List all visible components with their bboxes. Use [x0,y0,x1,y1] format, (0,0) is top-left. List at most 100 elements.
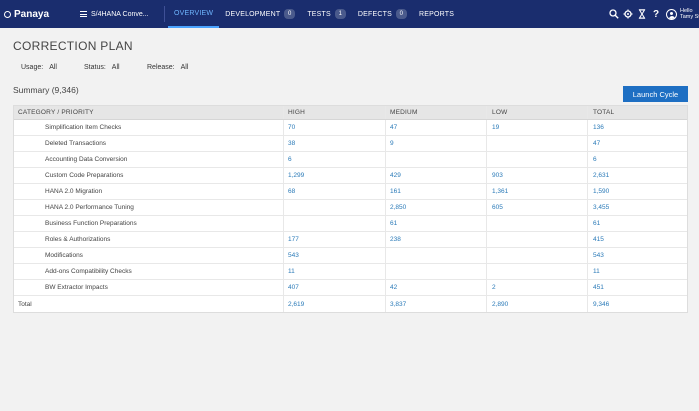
release-filter-value[interactable]: All [181,64,189,71]
tab-tests[interactable]: TESTS 1 [301,0,352,28]
high-count-link[interactable]: 38 [288,140,295,147]
medium-count-link[interactable]: 61 [390,220,397,227]
medium-count-link[interactable]: 47 [390,124,397,131]
release-filter[interactable]: Release: All [147,64,188,71]
correction-plan-table: CATEGORY / PRIORITY HIGH MEDIUM LOW TOTA… [13,105,688,313]
medium-cell: 61 [386,216,487,231]
usage-filter[interactable]: Usage: All [21,64,84,71]
low-count-link[interactable]: 605 [492,204,503,211]
search-icon[interactable] [607,0,621,28]
tab-tests-label: TESTS [307,10,331,18]
high-count-link[interactable]: 1,299 [288,172,304,179]
page-title: CORRECTION PLAN [13,39,133,53]
help-icon[interactable]: ? [649,0,663,28]
high-count-link[interactable]: 2,619 [288,301,304,308]
user-menu[interactable]: Hello Tamy St... [680,8,699,21]
high-count-link[interactable]: 177 [288,236,299,243]
toolbar-icons: ? Hello Tamy St... [607,0,699,28]
high-count-link[interactable]: 11 [288,268,295,275]
low-cell: 903 [487,168,588,183]
medium-cell [386,248,487,263]
header-medium[interactable]: MEDIUM [386,106,487,119]
table-row: Add-ons Compatibility Checks 11 11 [14,264,687,280]
panaya-logo[interactable]: Panaya [0,0,80,28]
table-row: HANA 2.0 Performance Tuning 2,850 605 3,455 [14,200,687,216]
high-count-link[interactable]: 543 [288,252,299,259]
total-count-link[interactable]: 6 [593,156,597,163]
nav-divider [164,6,165,22]
low-count-link[interactable]: 19 [492,124,499,131]
total-count-link[interactable]: 61 [593,220,600,227]
tab-development[interactable]: DEVELOPMENT 0 [219,0,301,28]
medium-count-link[interactable]: 429 [390,172,401,179]
total-count-link[interactable]: 3,455 [593,204,609,211]
table-row: BW Extractor Impacts 407 42 2 451 [14,280,687,296]
category-cell: HANA 2.0 Performance Tuning [14,200,284,215]
low-count-link[interactable]: 903 [492,172,503,179]
total-count-link[interactable]: 9,346 [593,301,609,308]
low-count-link[interactable]: 1,361 [492,188,508,195]
high-cell [284,200,386,215]
table-row: Custom Code Preparations 1,299 429 903 2,631 [14,168,687,184]
total-count-link[interactable]: 47 [593,140,600,147]
user-avatar-icon[interactable] [666,8,677,20]
low-count-link[interactable]: 2 [492,284,496,291]
low-cell [487,152,588,167]
high-count-link[interactable]: 407 [288,284,299,291]
low-cell: 605 [487,200,588,215]
release-filter-label: Release: [147,64,175,71]
header-category[interactable]: CATEGORY / PRIORITY [14,106,284,119]
header-low[interactable]: LOW [487,106,588,119]
logo-ring-icon [4,10,11,18]
medium-count-link[interactable]: 2,850 [390,204,406,211]
header-high[interactable]: HIGH [284,106,386,119]
project-selector[interactable]: S/4HANA Conve... [80,0,162,28]
total-count-link[interactable]: 1,590 [593,188,609,195]
tab-overview[interactable]: OVERVIEW [168,0,220,28]
total-count-link[interactable]: 136 [593,124,604,131]
medium-cell [386,152,487,167]
total-count-link[interactable]: 415 [593,236,604,243]
category-cell: Add-ons Compatibility Checks [14,264,284,279]
high-count-link[interactable]: 70 [288,124,295,131]
high-cell [284,216,386,231]
status-filter[interactable]: Status: All [84,64,147,71]
table-row: Business Function Preparations 61 61 [14,216,687,232]
medium-count-link[interactable]: 9 [390,140,394,147]
medium-count-link[interactable]: 161 [390,188,401,195]
project-name: S/4HANA Conve... [91,10,149,18]
high-cell: 11 [284,264,386,279]
header-total[interactable]: TOTAL [588,106,687,119]
total-count-link[interactable]: 543 [593,252,604,259]
tab-defects[interactable]: DEFECTS 0 [352,0,413,28]
tab-reports[interactable]: REPORTS [413,0,460,28]
table-body: Simplification Item Checks 70 47 19 136 Delet… [14,120,687,312]
medium-count-link[interactable]: 238 [390,236,401,243]
medium-cell [386,264,487,279]
total-count-link[interactable]: 11 [593,268,600,275]
high-cell: 177 [284,232,386,247]
usage-filter-value[interactable]: All [49,64,57,71]
tab-overview-label: OVERVIEW [174,9,214,17]
high-count-link[interactable]: 68 [288,188,295,195]
high-cell: 2,619 [284,296,386,312]
high-cell: 6 [284,152,386,167]
high-cell: 1,299 [284,168,386,183]
total-count-link[interactable]: 2,631 [593,172,609,179]
status-filter-value[interactable]: All [112,64,120,71]
total-cell: 47 [588,136,687,151]
category-cell: Roles & Authorizations [14,232,284,247]
gear-icon[interactable] [621,0,635,28]
total-cell: 543 [588,248,687,263]
medium-count-link[interactable]: 42 [390,284,397,291]
total-count-link[interactable]: 451 [593,284,604,291]
hamburger-menu-icon[interactable] [80,10,87,19]
category-cell: HANA 2.0 Migration [14,184,284,199]
medium-cell: 2,850 [386,200,487,215]
medium-count-link[interactable]: 3,837 [390,301,406,308]
low-cell: 2,890 [487,296,588,312]
launch-cycle-button[interactable]: Launch Cycle [623,86,688,102]
hourglass-icon[interactable] [635,0,649,28]
low-count-link[interactable]: 2,890 [492,301,508,308]
high-count-link[interactable]: 6 [288,156,292,163]
